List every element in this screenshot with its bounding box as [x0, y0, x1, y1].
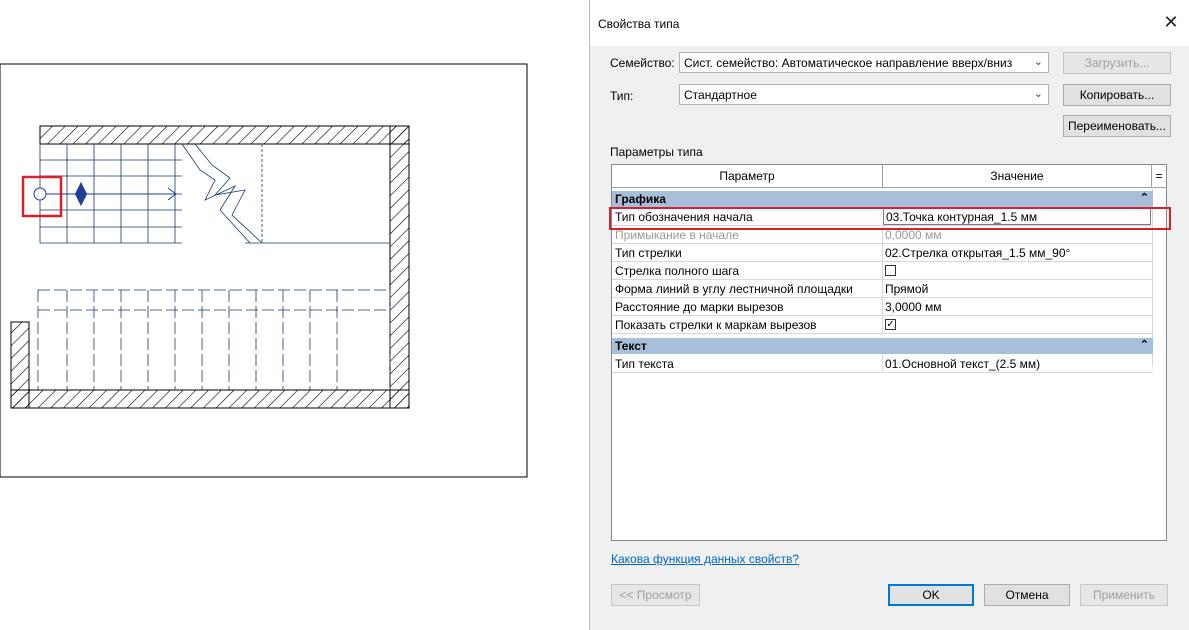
group-title: Текст [615, 339, 647, 353]
table-row[interactable]: Расстояние до марки вырезов 3,0000 мм [612, 298, 1153, 316]
chevron-down-icon: ⌄ [1033, 88, 1043, 100]
table-row[interactable]: Форма линий в углу лестничной площадки П… [612, 280, 1153, 298]
group-title: Графика [615, 192, 666, 206]
copy-button[interactable]: Копировать... [1063, 84, 1171, 106]
type-params-label: Параметры типа [610, 145, 703, 159]
collapse-up-icon[interactable]: ⌃ [1140, 338, 1149, 351]
table-row[interactable]: Тип текста 01.Основной текст_(2.5 мм) [612, 355, 1153, 373]
type-label: Тип: [610, 89, 634, 103]
param-name: Примыкание в начале [615, 228, 739, 242]
selected-row-highlight [609, 207, 1171, 230]
family-dropdown[interactable]: Сист. семейство: Автоматическое направле… [679, 52, 1049, 73]
rename-button[interactable]: Переименовать... [1063, 115, 1171, 137]
param-value[interactable]: 02.Стрелка открытая_1.5 мм_90° [885, 246, 1070, 260]
apply-button[interactable]: Применить [1080, 584, 1168, 606]
full-step-arrow-checkbox[interactable] [885, 265, 896, 276]
param-value[interactable]: 0,0000 мм [885, 228, 942, 242]
table-row[interactable]: Стрелка полного шага [612, 262, 1153, 280]
preview-button[interactable]: << Просмотр [611, 584, 700, 606]
column-header-value[interactable]: Значение [883, 165, 1152, 187]
close-icon[interactable]: ✕ [1161, 12, 1181, 32]
param-name: Показать стрелки к маркам вырезов [615, 318, 817, 332]
type-properties-dialog: Свойства типа ✕ Семейство: Сист. семейст… [589, 0, 1189, 630]
param-name: Стрелка полного шага [615, 264, 740, 278]
dialog-title: Свойства типа [598, 17, 680, 31]
help-link[interactable]: Какова функция данных свойств? [611, 552, 799, 566]
param-name: Форма линий в углу лестничной площадки [615, 282, 853, 296]
type-value: Стандартное [684, 88, 757, 102]
stair-plan-view [0, 0, 560, 630]
family-label: Семейство: [610, 56, 675, 70]
title-bar: Свойства типа ✕ [590, 0, 1189, 46]
collapse-up-icon[interactable]: ⌃ [1140, 191, 1149, 204]
column-header-formula-toggle[interactable]: = [1152, 165, 1166, 187]
param-value[interactable]: 01.Основной текст_(2.5 мм) [885, 357, 1040, 371]
load-button[interactable]: Загрузить... [1063, 52, 1171, 74]
family-value: Сист. семейство: Автоматическое направле… [684, 56, 1013, 70]
show-cut-mark-arrows-checkbox[interactable]: ✓ [885, 319, 896, 330]
param-name: Тип текста [615, 357, 674, 371]
ok-button[interactable]: OK [888, 584, 974, 606]
param-value[interactable]: 3,0000 мм [885, 300, 942, 314]
type-dropdown[interactable]: Стандартное ⌄ [679, 84, 1049, 105]
grid-header: Параметр Значение = [612, 165, 1166, 188]
param-value[interactable]: Прямой [885, 282, 928, 296]
group-text[interactable]: Текст ⌃ [612, 338, 1153, 354]
cancel-button[interactable]: Отмена [984, 584, 1070, 606]
checkmark-icon: ✓ [886, 319, 895, 330]
param-name: Тип стрелки [615, 246, 682, 260]
table-row[interactable]: Тип стрелки 02.Стрелка открытая_1.5 мм_9… [612, 244, 1153, 262]
stair-plan-drawing [0, 63, 528, 478]
table-row[interactable]: Показать стрелки к маркам вырезов ✓ [612, 316, 1153, 334]
param-name: Расстояние до марки вырезов [615, 300, 784, 314]
group-graphics[interactable]: Графика ⌃ [612, 191, 1153, 207]
chevron-down-icon: ⌄ [1033, 56, 1043, 68]
column-header-parameter[interactable]: Параметр [612, 165, 883, 187]
